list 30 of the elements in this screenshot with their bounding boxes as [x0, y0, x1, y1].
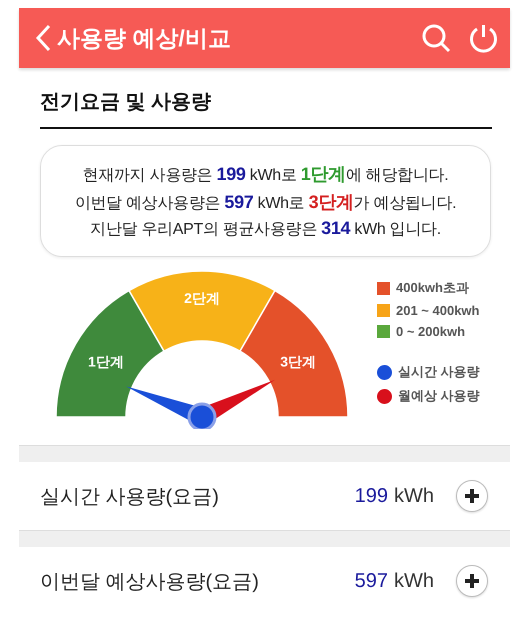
power-button[interactable]	[469, 23, 498, 53]
expand-button[interactable]	[456, 565, 488, 597]
legend-label: 월예상 사용량	[398, 387, 480, 405]
plus-icon	[464, 573, 480, 589]
summary-sentence: 현재까지 사용량은 199 kWh로 1단계에 해당합니다.	[82, 163, 448, 186]
usage-value: 199	[354, 484, 388, 508]
unit-label: kWh	[394, 484, 434, 508]
unit-label: kWh	[394, 570, 434, 592]
summary-sentence: 이번달 예상사용량은 597 kWh로 3단계가 예상됩니다.	[74, 191, 456, 214]
legend-label: 실시간 사용량	[398, 363, 480, 381]
row-label: 실시간 사용량(요금)	[40, 484, 220, 510]
needle-hub	[188, 402, 216, 429]
zone-label: 1단계	[88, 354, 124, 370]
section-title: 전기요금 및 사용량	[40, 91, 212, 113]
legend-label: 400kwh초과	[396, 279, 469, 297]
window-title: 사용량 예상/비교	[57, 24, 232, 52]
back-icon	[35, 24, 51, 52]
zone-label: 2단계	[184, 290, 220, 306]
search-button[interactable]	[421, 23, 453, 53]
usage-value: 597	[354, 570, 388, 592]
expand-button[interactable]	[456, 480, 488, 512]
row-label: 이번달 예상사용량(요금)	[40, 570, 260, 594]
plus-icon	[464, 488, 480, 504]
power-icon	[469, 23, 498, 53]
summary-sentence: 지난달 우리APT의 평균사용량은 314 kWh 입니다.	[90, 218, 441, 240]
zone-label: 3단계	[280, 354, 316, 370]
back-button[interactable]	[35, 24, 51, 52]
legend-label: 0 ~ 200kwh	[396, 324, 466, 339]
search-icon	[421, 23, 453, 53]
legend-label: 201 ~ 400kwh	[396, 303, 480, 318]
